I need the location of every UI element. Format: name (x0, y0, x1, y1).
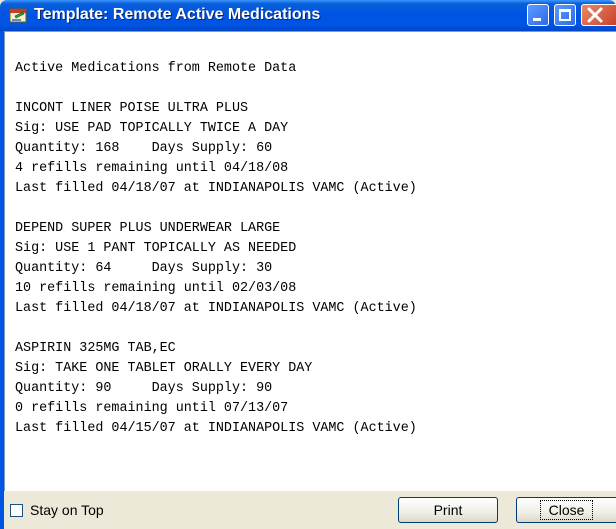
window-title: Template: Remote Active Medications (34, 6, 321, 23)
maximize-icon (559, 9, 571, 21)
minimize-icon (533, 18, 541, 21)
template-app-icon (9, 8, 27, 23)
title-bar[interactable]: Template: Remote Active Medications (0, 0, 616, 31)
print-button[interactable]: Print (398, 497, 498, 523)
template-window: Template: Remote Active Medications Acti… (0, 0, 616, 529)
minimize-button[interactable] (527, 4, 549, 26)
close-window-button[interactable] (581, 4, 616, 26)
medications-text-area[interactable]: Active Medications from Remote Data INCO… (4, 31, 616, 491)
stay-on-top-label[interactable]: Stay on Top (30, 501, 104, 519)
footer-bar: Stay on Top Print Close (4, 491, 616, 529)
close-button[interactable]: Close (516, 497, 616, 523)
maximize-button[interactable] (554, 4, 576, 26)
close-icon (587, 7, 603, 23)
medications-text: Active Medications from Remote Data INCO… (15, 61, 417, 436)
close-button-label: Close (539, 500, 594, 520)
print-button-label: Print (433, 502, 463, 518)
stay-on-top-checkbox[interactable] (10, 504, 23, 517)
